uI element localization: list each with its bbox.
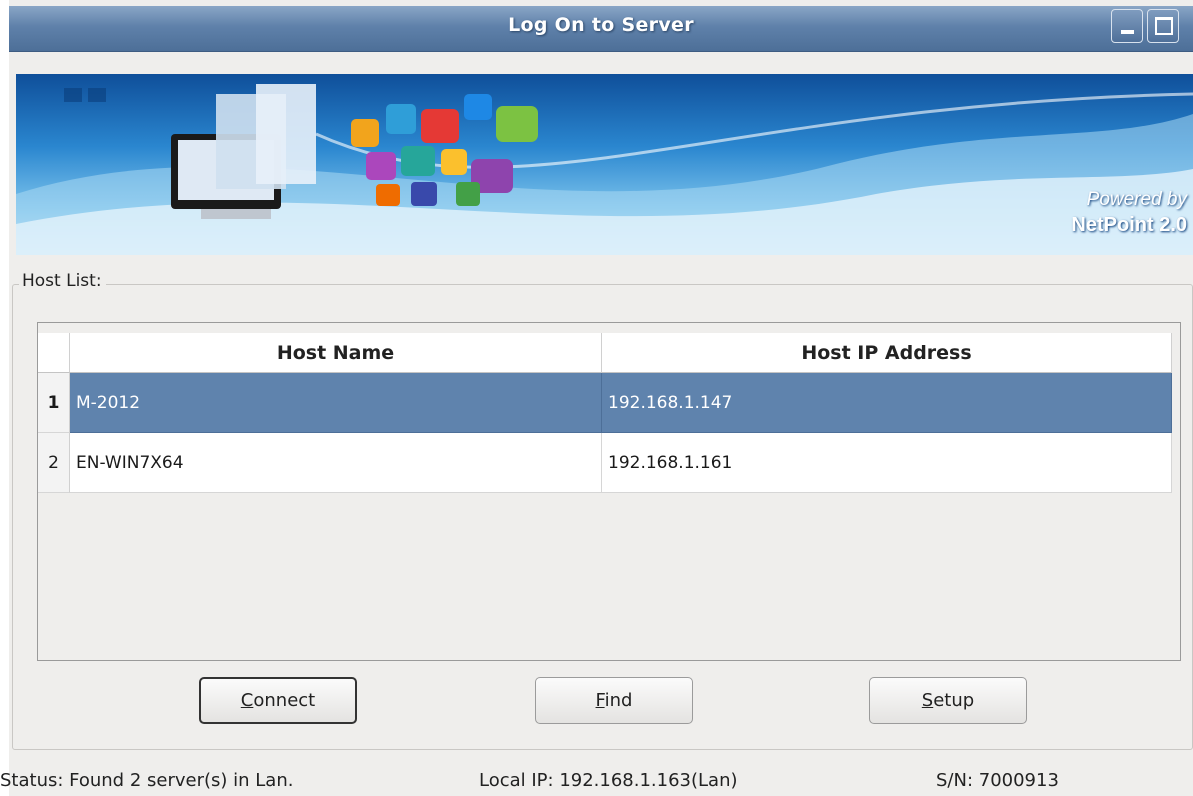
minimize-button[interactable] bbox=[1111, 9, 1143, 43]
banner-artwork bbox=[16, 84, 1193, 255]
netpoint-version-text: NetPoint 2.0 bbox=[1071, 214, 1187, 236]
connect-button[interactable]: Connect bbox=[199, 677, 357, 724]
netpoint-banner: Powered by NetPoint 2.0 bbox=[16, 74, 1193, 255]
connect-label: onnect bbox=[253, 690, 316, 711]
column-header-host-name[interactable]: Host Name bbox=[70, 333, 602, 373]
find-label: ind bbox=[604, 690, 633, 711]
minimize-icon bbox=[1121, 30, 1134, 34]
host-table[interactable]: Host Name Host IP Address 1 M-2012 192.1… bbox=[37, 322, 1181, 661]
powered-by-text: Powered by bbox=[1086, 189, 1187, 210]
table-row[interactable]: 2 EN-WIN7X64 192.168.1.161 bbox=[38, 433, 1172, 493]
setup-mnemonic: S bbox=[921, 690, 934, 711]
find-mnemonic: F bbox=[595, 690, 605, 711]
maximize-icon bbox=[1155, 17, 1173, 35]
host-list-label: Host List: bbox=[19, 271, 106, 291]
column-header-host-ip[interactable]: Host IP Address bbox=[602, 333, 1172, 373]
host-ip-cell[interactable]: 192.168.1.147 bbox=[602, 373, 1172, 433]
find-button[interactable]: Find bbox=[535, 677, 693, 724]
log-on-window: Log On to Server Powered by NetPoint 2.0… bbox=[9, 0, 1193, 796]
setup-button[interactable]: Setup bbox=[869, 677, 1027, 724]
title-bar[interactable]: Log On to Server bbox=[9, 6, 1193, 52]
row-number: 1 bbox=[38, 373, 70, 433]
row-number: 2 bbox=[38, 433, 70, 493]
powered-by-label: Powered by NetPoint 2.0 bbox=[1071, 188, 1187, 238]
setup-label: etup bbox=[933, 690, 975, 711]
connect-mnemonic: C bbox=[240, 690, 254, 711]
host-name-cell[interactable]: EN-WIN7X64 bbox=[70, 433, 602, 493]
host-name-cell[interactable]: M-2012 bbox=[70, 373, 602, 433]
window-title: Log On to Server bbox=[508, 14, 694, 36]
maximize-button[interactable] bbox=[1147, 9, 1179, 43]
table-row[interactable]: 1 M-2012 192.168.1.147 bbox=[38, 373, 1172, 433]
status-text: Status: Found 2 server(s) in Lan. bbox=[0, 770, 294, 791]
host-ip-cell[interactable]: 192.168.1.161 bbox=[602, 433, 1172, 493]
table-corner-header bbox=[38, 333, 70, 373]
local-ip-text: Local IP: 192.168.1.163(Lan) bbox=[479, 770, 738, 791]
serial-number-text: S/N: 7000913 bbox=[936, 770, 1059, 791]
